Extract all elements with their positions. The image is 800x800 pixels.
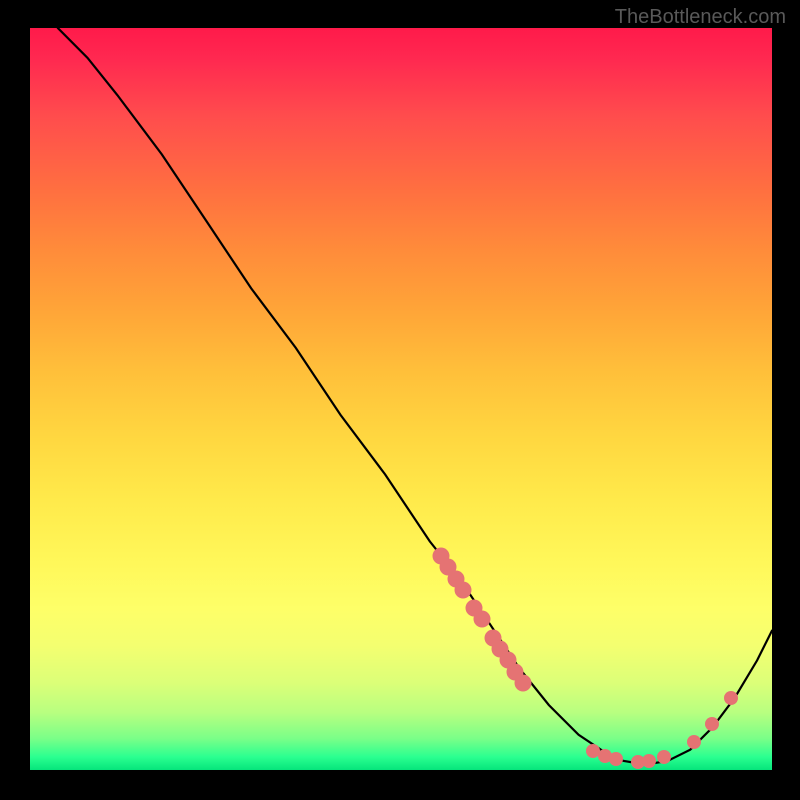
- marker-dot: [724, 691, 738, 705]
- chart-plot-area: [28, 28, 772, 772]
- watermark-text: TheBottleneck.com: [615, 6, 786, 29]
- marker-dot: [609, 752, 623, 766]
- marker-dot: [705, 717, 719, 731]
- marker-dot: [514, 674, 531, 691]
- marker-dot: [473, 611, 490, 628]
- marker-dot: [455, 581, 472, 598]
- marker-dot: [657, 750, 671, 764]
- marker-dot: [687, 735, 701, 749]
- bottleneck-curve: [28, 28, 772, 772]
- marker-dot: [642, 754, 656, 768]
